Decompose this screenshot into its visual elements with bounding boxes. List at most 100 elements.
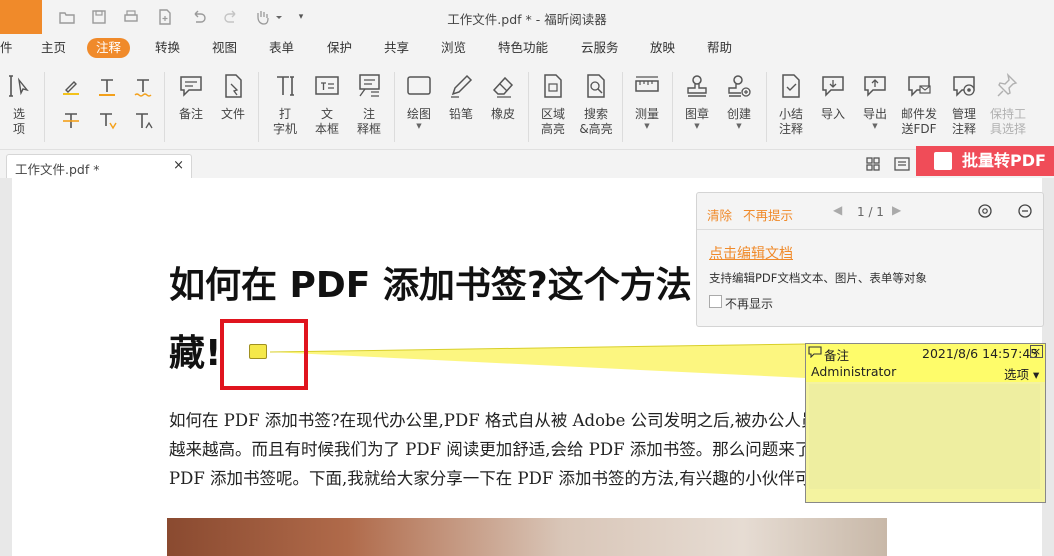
clear-button[interactable]: 清除: [707, 205, 732, 224]
menu-convert[interactable]: 转换: [155, 38, 180, 58]
prev-page-icon[interactable]: ◀: [833, 203, 842, 217]
file-attach-tool[interactable]: 文件: [216, 72, 250, 122]
no-remind-button[interactable]: 不再提示: [743, 205, 793, 224]
highlight-icon: [63, 81, 79, 95]
typewriter-tool[interactable]: 打 字机: [268, 72, 302, 137]
manage-label: 管理 注释: [951, 107, 976, 136]
menu-form[interactable]: 表单: [269, 38, 294, 58]
manage-comments-tool[interactable]: 管理 注释: [944, 72, 984, 137]
menu-browse[interactable]: 浏览: [441, 38, 466, 58]
file-label: 文件: [220, 107, 245, 121]
menu-view[interactable]: 视图: [212, 38, 237, 58]
email-fdf-tool[interactable]: 邮件发 送FDF: [898, 72, 940, 137]
menu-share[interactable]: 共享: [384, 38, 409, 58]
ribbon-divider: [672, 72, 673, 142]
measure-label: 测量: [634, 107, 659, 121]
typewriter-icon: [277, 76, 294, 96]
export-label: 导出: [862, 107, 887, 121]
strikeout-tool[interactable]: [60, 110, 82, 135]
stamp-label: 图章: [684, 107, 709, 121]
reading-mode-icon[interactable]: [893, 155, 911, 173]
replace-text-icon: [100, 113, 117, 130]
draw-label: 绘图: [406, 107, 431, 121]
chevron-down-icon: ▼: [694, 122, 700, 130]
chevron-down-icon: ▼: [872, 122, 878, 130]
summarize-comments-tool[interactable]: 小结 注释: [774, 72, 808, 137]
batch-convert-pdf-button[interactable]: 批量转PDF: [916, 146, 1054, 176]
pencil-icon: [451, 74, 473, 98]
export-tool[interactable]: 导出 ▼: [858, 72, 892, 130]
pager: 1 / 1: [857, 205, 884, 219]
select-tool[interactable]: 选 项: [2, 72, 36, 137]
note-popup[interactable]: 备注 2021/8/6 14:57:45 × Administrator 选项 …: [805, 343, 1046, 503]
search-highlight-tool[interactable]: 搜索 &高亮: [576, 72, 616, 137]
menu-protect[interactable]: 保护: [327, 38, 352, 58]
textbox-tool[interactable]: 文 本框: [310, 72, 344, 137]
replace-text-tool[interactable]: [96, 110, 118, 135]
close-tab-icon[interactable]: ×: [173, 158, 184, 173]
note-tool[interactable]: 备注: [174, 72, 208, 122]
ribbon-divider: [44, 72, 45, 142]
rectangle-shape-icon: [407, 76, 431, 95]
select-label: 选 项: [12, 107, 25, 136]
menu-slideshow[interactable]: 放映: [650, 38, 675, 58]
area-highlight-icon: [544, 74, 562, 98]
create-stamp-tool[interactable]: 创建 ▼: [722, 72, 756, 130]
note-options-dropdown[interactable]: 选项 ▾: [1004, 364, 1039, 383]
thumbnail-view-icon[interactable]: [864, 155, 882, 173]
highlight-tool[interactable]: [60, 76, 82, 101]
callout-tool[interactable]: 注 释框: [352, 72, 386, 137]
menu-help[interactable]: 帮助: [707, 38, 732, 58]
keep-tool-selected[interactable]: 保持工 具选择: [986, 72, 1030, 137]
callout-icon: [359, 74, 380, 97]
stamp-icon: [687, 75, 707, 97]
import-label: 导入: [820, 107, 845, 121]
create-label: 创建: [726, 107, 751, 121]
menu-file-fragment[interactable]: 件: [0, 38, 13, 58]
no-show-checkbox[interactable]: [709, 295, 722, 308]
menu-comment[interactable]: 注释: [87, 38, 131, 58]
settings-icon[interactable]: [977, 203, 993, 222]
note-datetime: 2021/8/6 14:57:45: [922, 346, 1039, 361]
draw-tool[interactable]: 绘图 ▼: [402, 72, 436, 130]
note-text-area[interactable]: [809, 384, 1040, 489]
ribbon-divider: [394, 72, 395, 142]
email-fdf-label: 邮件发 送FDF: [900, 107, 937, 136]
no-show-label: 不再显示: [725, 297, 774, 311]
menu-bar: 件 主页 注释 转换 视图 表单 保护 共享 浏览 特色功能 云服务 放映 帮助: [0, 34, 1054, 62]
pencil-tool[interactable]: 铅笔: [444, 72, 478, 122]
menu-home[interactable]: 主页: [41, 38, 66, 58]
measure-tool[interactable]: 测量 ▼: [630, 72, 664, 130]
underline-tool[interactable]: [96, 76, 118, 101]
edit-document-link[interactable]: 点击编辑文档: [709, 243, 793, 263]
note-close-button[interactable]: ×: [1030, 345, 1043, 358]
title-bar: ▾ 工作文件.pdf * - 福昕阅读器: [0, 0, 1054, 34]
menu-features[interactable]: 特色功能: [498, 38, 548, 58]
squiggly-icon: [134, 79, 152, 97]
eraser-label: 橡皮: [490, 107, 515, 121]
note-type-label: 备注: [824, 348, 850, 363]
insert-text-tool[interactable]: [132, 110, 154, 135]
typewriter-label: 打 字机: [272, 107, 297, 136]
export-icon: [864, 76, 886, 97]
textbox-icon: [315, 76, 339, 95]
menu-cloud[interactable]: 云服务: [581, 38, 619, 58]
stamp-tool[interactable]: 图章 ▼: [680, 72, 714, 130]
ribbon-divider: [528, 72, 529, 142]
note-annotation-icon[interactable]: [249, 344, 267, 359]
eraser-icon: [492, 76, 514, 98]
eraser-tool[interactable]: 橡皮: [486, 72, 520, 122]
collapse-icon[interactable]: [1017, 203, 1033, 222]
area-highlight-tool[interactable]: 区域 高亮: [536, 72, 570, 137]
next-page-icon[interactable]: ▶: [892, 203, 901, 217]
squiggly-tool[interactable]: [132, 76, 154, 101]
ruler-icon: [635, 76, 659, 92]
pin-icon: [997, 72, 1018, 97]
note-icon: [180, 76, 202, 97]
ribbon-divider: [766, 72, 767, 142]
document-tab[interactable]: 工作文件.pdf * ×: [6, 154, 192, 178]
import-tool[interactable]: 导入: [816, 72, 850, 122]
window-title: 工作文件.pdf * - 福昕阅读器: [447, 12, 607, 27]
edit-hint-panel: 清除 不再提示 ◀ 1 / 1 ▶ 点击编辑文档 支持编辑PDF文档文本、图片、…: [696, 192, 1044, 327]
document-tab-bar: 工作文件.pdf * ×: [0, 150, 1054, 178]
